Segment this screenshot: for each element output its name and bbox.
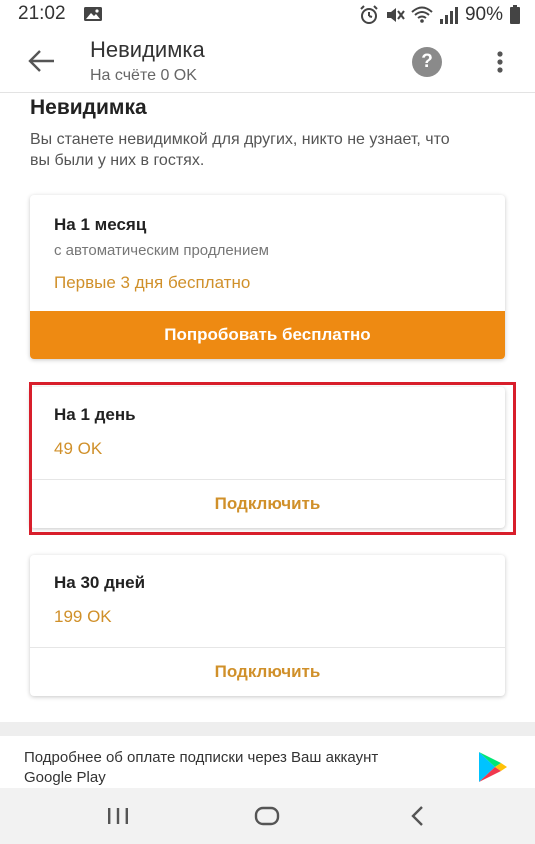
plan-price: 49 OK <box>54 439 103 458</box>
footer-text: Подробнее об оплате подписки через Ваш а… <box>24 749 379 786</box>
image-icon <box>84 7 102 21</box>
wifi-icon <box>411 6 433 23</box>
google-play-footer[interactable]: Подробнее об оплате подписки через Ваш а… <box>0 736 535 788</box>
section-title: Невидимка <box>30 96 147 119</box>
alarm-icon <box>360 5 378 24</box>
status-time: 21:02 <box>18 3 66 24</box>
app-bar: Невидимка На счёте 0 OK ? <box>0 30 535 93</box>
plan-card-day: На 1 день 49 OK Подключить <box>30 387 505 528</box>
status-icons: 90% <box>359 3 521 27</box>
plan-card-month: На 1 месяц с автоматическим продлением П… <box>30 195 505 359</box>
separator-band <box>0 722 535 736</box>
plan-trial-note: Первые 3 дня бесплатно <box>54 273 251 292</box>
more-options-icon[interactable] <box>488 46 512 78</box>
plan-title: На 30 дней <box>54 573 146 592</box>
back-icon[interactable] <box>403 802 433 830</box>
plan-title: На 1 день <box>54 405 136 424</box>
plan-title: На 1 месяц <box>54 215 147 234</box>
navigation-bar <box>0 788 535 844</box>
help-icon[interactable]: ? <box>412 47 442 77</box>
content: Невидимка Вы станете невидимкой для друг… <box>0 92 535 722</box>
home-icon[interactable] <box>252 802 282 830</box>
battery-icon <box>510 5 520 24</box>
screen: 21:02 90% Невидимка На счёте 0 OK ? Неви… <box>0 0 535 844</box>
battery-percent: 90% <box>464 4 503 25</box>
section-description: Вы станете невидимкой для других, никто … <box>30 131 450 169</box>
app-title: Невидимка <box>90 37 205 62</box>
plan-card-30-days: На 30 дней 199 OK Подключить <box>30 555 505 696</box>
try-free-button[interactable]: Попробовать бесплатно <box>30 311 505 359</box>
connect-button[interactable]: Подключить <box>30 648 505 696</box>
mute-icon <box>386 8 405 22</box>
status-bar: 21:02 90% <box>0 0 535 30</box>
account-balance: На счёте 0 OK <box>90 67 197 84</box>
plan-price: 199 OK <box>54 607 112 626</box>
connect-button[interactable]: Подключить <box>30 480 505 528</box>
plan-subtitle: с автоматическим продлением <box>54 242 269 259</box>
google-play-icon[interactable] <box>475 750 509 784</box>
signal-icon <box>439 7 458 24</box>
back-arrow-icon[interactable] <box>24 44 58 78</box>
recent-apps-icon[interactable] <box>103 802 133 830</box>
